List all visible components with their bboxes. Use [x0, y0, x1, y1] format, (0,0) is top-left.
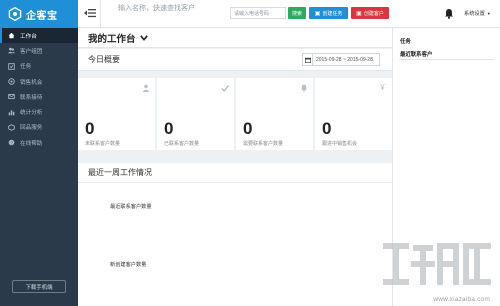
sidebar-item-statistics[interactable]: 统计分析: [0, 104, 78, 119]
bell-icon: [299, 83, 308, 92]
stat-value: 0: [164, 119, 174, 138]
app-logo[interactable]: 企客宝: [0, 0, 78, 28]
notification-bell-icon[interactable]: [444, 8, 454, 19]
sidebar-nav: 工作台 客户组团 任务 销售机会 联系接待 统计分析 回品服务 ? 在线帮助: [0, 28, 78, 150]
stat-label: 已联系客户数量: [164, 141, 200, 147]
create-customer-label: 创建客户: [363, 10, 384, 17]
service-icon: [8, 124, 15, 131]
new-customers-chart-label: 新创建客户数量: [110, 262, 147, 268]
phone-search-input[interactable]: 请输入电话号码: [230, 7, 286, 19]
sidebar-item-label: 在线帮助: [20, 140, 43, 147]
menu-toggle-icon[interactable]: [84, 8, 96, 18]
yen-icon: ¥: [380, 83, 385, 92]
date-range-picker[interactable]: 2015-09-28 ~ 2015-09-28: [302, 53, 380, 66]
chart-icon: [8, 109, 15, 116]
create-task-button[interactable]: ▣ 创建任务: [309, 7, 348, 19]
stat-card-uncontacted[interactable]: 0 未联系客户数量: [78, 78, 155, 150]
create-customer-button[interactable]: ▣ 创建客户: [351, 7, 389, 19]
recent-contacted-chart-label: 最近联系客户数量: [110, 204, 152, 210]
opportunity-icon: [8, 78, 15, 85]
sidebar-item-label: 客户组团: [20, 48, 43, 55]
calendar-icon: [303, 54, 313, 65]
watermark-url: www.xiazaiba.com: [433, 296, 490, 303]
sidebar-item-customers[interactable]: 客户组团: [0, 43, 78, 58]
main-content: 我的工作台 今日概要 2015-09-28 ~ 2015-09-28 0 未联系…: [78, 28, 392, 306]
create-task-label: 创建任务: [322, 10, 343, 17]
sidebar-item-label: 联系接待: [20, 94, 43, 101]
search-button-label: 搜索: [291, 10, 302, 17]
stats-row: 0 未联系客户数量 0 已联系客户数量 0 需要联系客户数量 ¥ 0 跟进中销售…: [78, 78, 392, 150]
sidebar-item-help[interactable]: ? 在线帮助: [0, 135, 78, 150]
right-panel-divider: [399, 59, 494, 60]
chevron-down-icon: [139, 34, 148, 41]
right-panel-tasks[interactable]: 任务: [400, 37, 411, 45]
people-icon: [8, 47, 15, 54]
date-range-value: 2015-09-28 ~ 2015-09-28: [316, 56, 373, 63]
stat-card-opportunities[interactable]: ¥ 0 跟进中销售机会: [315, 78, 392, 150]
sidebar-item-contact[interactable]: 联系接待: [0, 89, 78, 104]
download-mobile-button[interactable]: 下载手机端: [12, 280, 66, 293]
page-title-text: 我的工作台: [88, 33, 136, 45]
sidebar-item-tasks[interactable]: 任务: [0, 59, 78, 74]
hexagon-logo-icon: [8, 7, 22, 21]
sidebar-item-service[interactable]: 回品服务: [0, 120, 78, 135]
stat-card-contacted[interactable]: 0 已联系客户数量: [157, 78, 234, 150]
person-icon: [141, 83, 150, 92]
stat-card-to-contact[interactable]: 0 需要联系客户数量: [236, 78, 313, 150]
page-header: 我的工作台: [78, 28, 392, 48]
stat-value: 0: [85, 119, 95, 138]
stat-value: 0: [243, 119, 253, 138]
stat-value: 0: [322, 119, 332, 138]
right-panel-recent-contacts[interactable]: 最近联系客户: [400, 50, 432, 58]
weekly-work-panel: 最近一周工作情况 最近联系客户数量 新创建客户数量: [78, 163, 392, 306]
weekly-work-title: 最近一周工作情况: [78, 163, 392, 183]
today-overview-title: 今日概要: [88, 55, 120, 64]
stat-label: 跟进中销售机会: [322, 141, 358, 147]
task-icon: [8, 63, 15, 70]
customer-plus-icon: ▣: [356, 10, 362, 17]
brand-name: 企客宝: [26, 10, 58, 22]
sidebar-item-workbench[interactable]: 工作台: [0, 28, 78, 44]
sidebar: 企客宝 工作台 客户组团 任务 销售机会 联系接待 统计分析 回品服务 ? 在线…: [0, 0, 78, 306]
top-bar: 请输入电话号码 搜索 ▣ 创建任务 ▣ 创建客户 系统设置 ▼: [78, 0, 500, 28]
contact-icon: [8, 93, 15, 100]
page-title[interactable]: 我的工作台: [88, 31, 148, 45]
sidebar-item-opportunities[interactable]: 销售机会: [0, 74, 78, 89]
sidebar-item-label: 统计分析: [20, 110, 43, 117]
sidebar-item-label: 销售机会: [20, 79, 43, 86]
topbar-divider: [100, 0, 101, 28]
system-settings-label: 系统设置: [464, 11, 485, 17]
home-icon: [8, 32, 15, 39]
sidebar-item-label: 回品服务: [20, 125, 43, 132]
check-icon: [220, 83, 229, 92]
chevron-down-icon: ▼: [486, 11, 491, 16]
watermark-logo: [383, 243, 491, 285]
stat-label: 需要联系客户数量: [243, 141, 284, 147]
stat-label: 未联系客户数量: [85, 141, 121, 147]
today-overview-header: 今日概要 2015-09-28 ~ 2015-09-28: [78, 49, 392, 71]
system-settings-menu[interactable]: 系统设置 ▼: [464, 10, 491, 17]
sidebar-item-label: 任务: [20, 64, 32, 71]
search-button[interactable]: 搜索: [288, 7, 306, 19]
help-icon: ?: [8, 139, 15, 146]
sidebar-item-label: 工作台: [20, 33, 37, 40]
task-plus-icon: ▣: [314, 10, 321, 17]
